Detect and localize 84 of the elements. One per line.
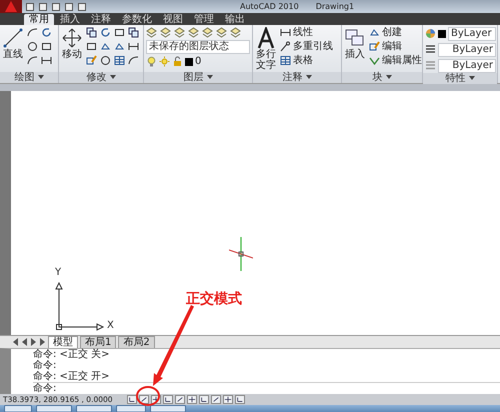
leader-icon[interactable] bbox=[280, 41, 291, 52]
callout-label: 正交模式 bbox=[186, 290, 242, 308]
curve-icon[interactable] bbox=[41, 26, 52, 38]
dimension-icon[interactable] bbox=[280, 27, 291, 38]
layer-icon[interactable] bbox=[174, 26, 185, 38]
copy-icon[interactable] bbox=[86, 26, 97, 38]
crosshair-cursor bbox=[229, 237, 253, 272]
block-tool[interactable]: 创建 bbox=[369, 26, 422, 39]
block-tool[interactable]: 编辑 bbox=[369, 40, 422, 53]
layer-name[interactable]: 0 bbox=[195, 56, 202, 68]
caret-icon[interactable] bbox=[206, 74, 212, 79]
caret-icon[interactable] bbox=[306, 74, 312, 79]
annotation-tool[interactable]: 表格 bbox=[280, 54, 333, 67]
panel-title[interactable]: 图层 bbox=[184, 72, 204, 83]
ribbon-tab[interactable]: 注释 bbox=[86, 14, 116, 25]
property-dropdown[interactable]: ByLayer bbox=[438, 58, 496, 73]
linetype-icon[interactable] bbox=[425, 44, 436, 56]
layer-icon[interactable] bbox=[230, 26, 241, 38]
property-dropdown[interactable]: ByLayer bbox=[438, 42, 496, 57]
status-toggle-icon[interactable] bbox=[163, 395, 173, 404]
panel-title[interactable]: 块 bbox=[372, 72, 382, 83]
document-title: Drawing1 bbox=[316, 2, 354, 11]
color-swatch bbox=[185, 58, 193, 66]
bulb-icon[interactable] bbox=[146, 56, 157, 68]
layer-icon[interactable] bbox=[160, 26, 171, 38]
caret-icon[interactable] bbox=[386, 74, 392, 79]
ribbon-tab[interactable]: 常用 bbox=[24, 14, 54, 25]
status-toggle-icon[interactable] bbox=[187, 395, 197, 404]
arc-icon[interactable] bbox=[27, 54, 38, 66]
block-tool[interactable]: 编辑属性 bbox=[369, 54, 422, 67]
check-icon[interactable] bbox=[369, 55, 380, 66]
status-toggle-icon[interactable] bbox=[127, 395, 137, 404]
window-title: AutoCAD 2010 bbox=[240, 2, 299, 11]
pencil-icon[interactable] bbox=[369, 41, 380, 52]
table-icon[interactable] bbox=[280, 55, 291, 66]
taskbar-button[interactable] bbox=[116, 405, 146, 412]
move-arrows-icon bbox=[61, 26, 83, 49]
x-axis-label: X bbox=[107, 320, 114, 332]
taskbar-button[interactable] bbox=[76, 405, 112, 412]
color-swatch bbox=[438, 30, 446, 38]
layout-tab[interactable]: 布局2 bbox=[118, 336, 155, 348]
taskbar-button[interactable] bbox=[36, 405, 72, 412]
status-toggle-icon[interactable] bbox=[235, 395, 245, 404]
layer-state-dropdown[interactable]: 未保存的图层状态 bbox=[146, 40, 250, 54]
caret-icon[interactable] bbox=[38, 74, 44, 79]
move-button[interactable]: 移动 bbox=[61, 26, 83, 60]
ribbon-tab[interactable]: 参数化 bbox=[117, 14, 157, 25]
circle-icon[interactable] bbox=[27, 40, 38, 52]
y-axis-label: Y bbox=[55, 267, 62, 278]
ribbon-tab[interactable]: 视图 bbox=[158, 14, 188, 25]
layer-icon[interactable] bbox=[202, 26, 213, 38]
command-history-line: 命令: <正交 关> bbox=[33, 349, 110, 360]
status-toggle-icon[interactable] bbox=[223, 395, 233, 404]
rectangle-icon[interactable] bbox=[41, 40, 52, 52]
layout-tab[interactable]: 模型 bbox=[48, 336, 78, 348]
ribbon-tab[interactable]: 插入 bbox=[55, 14, 85, 25]
command-history-line: 命令: <正交 开> bbox=[33, 371, 110, 382]
line-icon bbox=[2, 26, 24, 49]
ribbon-tab[interactable]: 输出 bbox=[220, 14, 250, 25]
insert-button[interactable]: 插入 bbox=[344, 26, 366, 60]
highlight-circle bbox=[136, 386, 160, 406]
color-wheel-icon[interactable] bbox=[425, 28, 436, 40]
property-dropdown[interactable]: ByLayer bbox=[448, 26, 496, 41]
annotation-tool[interactable]: 多重引线 bbox=[280, 40, 333, 53]
taskbar-button[interactable] bbox=[4, 405, 32, 412]
taskbar-button[interactable] bbox=[150, 405, 186, 412]
rotate-icon[interactable] bbox=[100, 26, 111, 38]
status-toggle-icon[interactable] bbox=[199, 395, 209, 404]
lock-icon[interactable] bbox=[172, 56, 183, 68]
layer-icon[interactable] bbox=[216, 26, 227, 38]
layer-icon[interactable] bbox=[146, 26, 157, 38]
ribbon-tab[interactable]: 管理 bbox=[189, 14, 219, 25]
layout-tab[interactable]: 布局1 bbox=[80, 336, 116, 348]
line-button[interactable]: 直线 bbox=[2, 26, 24, 60]
caret-icon[interactable] bbox=[110, 74, 116, 79]
letter-a-icon bbox=[255, 26, 277, 49]
caret-icon[interactable] bbox=[468, 76, 474, 80]
ucs-axes-icon bbox=[55, 281, 105, 332]
multiline-text-button[interactable]: 多行 文字 bbox=[255, 26, 277, 71]
command-history-line: 命令: bbox=[33, 360, 58, 372]
annotation-tool[interactable]: 线性 bbox=[280, 26, 333, 39]
status-toggle-icon[interactable] bbox=[175, 395, 185, 404]
layer-icon[interactable] bbox=[188, 26, 199, 38]
status-toggle-icon[interactable] bbox=[211, 395, 221, 404]
